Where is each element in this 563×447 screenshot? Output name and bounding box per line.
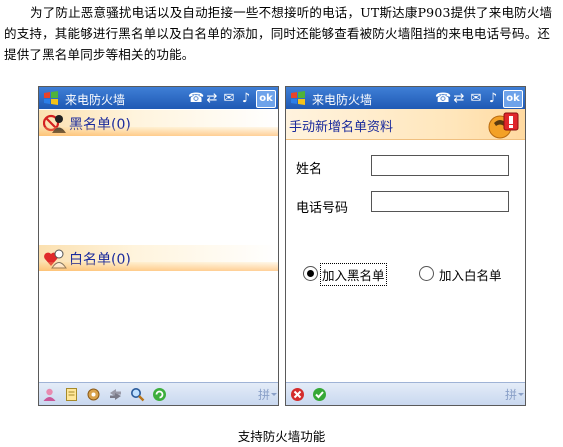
connectivity-icon[interactable]: ⇄ [205,91,219,106]
confirm-icon[interactable] [312,387,327,402]
whitelist-radio[interactable] [419,266,434,281]
volume-icon[interactable]: ♪ [239,91,253,106]
sync-icon[interactable] [108,387,123,402]
connectivity-icon[interactable]: ⇄ [452,91,466,106]
window-title: 来电防火墙 [312,93,373,107]
refresh-icon[interactable] [152,387,167,402]
whitelist-row[interactable]: 白名单(0) [39,245,278,271]
bottom-toolbar: 拼 [286,382,525,405]
window-title: 来电防火墙 [65,93,126,107]
name-label: 姓名 [296,162,323,177]
figure-caption: 支持防火墙功能 [237,429,326,444]
blacklist-option-label[interactable]: 加入黑名单 [320,263,387,286]
start-menu-icon[interactable] [42,89,60,107]
firewall-phone-icon [488,112,519,139]
input-method-indicator[interactable]: 拼 [505,386,525,403]
form-header: 手动新增名单资料 [286,109,525,140]
system-tray: ☎ ⇄ ✉ ♪ ok [435,89,523,108]
ok-button[interactable]: ok [503,89,523,108]
blacklist-label: 黑名单(0) [69,117,131,133]
whitelist-icon [44,249,67,269]
title-bar: 来电防火墙 ☎ ⇄ ✉ ♪ ok [39,87,278,109]
left-device-screen: 来电防火墙 ☎ ⇄ ✉ ♪ ok 黑名单(0) 白名单(0) 拼 [38,86,279,406]
start-menu-icon[interactable] [289,89,307,107]
ok-button[interactable]: ok [256,89,276,108]
blacklist-radio[interactable] [303,266,318,281]
contact-icon[interactable] [42,387,57,402]
whitelist-label: 白名单(0) [69,252,131,268]
right-device-screen: 来电防火墙 ☎ ⇄ ✉ ♪ ok 手动新增名单资料 姓名 电话号码 加入黑名单 … [285,86,526,406]
article-paragraph-text: 为了防止恶意骚扰电话以及自动拒接一些不想接听的电话，UT斯达康P903提供了来电… [4,5,553,62]
blacklist-icon [43,114,66,133]
phone-input[interactable] [371,191,509,212]
whitelist-option-label[interactable]: 加入白名单 [439,265,502,284]
system-tray: ☎ ⇄ ✉ ♪ ok [188,89,276,108]
missed-call-icon[interactable]: ✉ [469,91,483,106]
phone-label: 电话号码 [296,201,349,216]
find-icon[interactable] [130,387,145,402]
cancel-icon[interactable] [290,387,305,402]
phone-signal-icon[interactable]: ☎ [188,91,204,106]
form-title: 手动新增名单资料 [289,120,394,135]
input-method-indicator[interactable]: 拼 [258,386,278,403]
article-paragraph: 为了防止恶意骚扰电话以及自动拒接一些不想接听的电话，UT斯达康P903提供了来电… [4,2,560,65]
note-icon[interactable] [64,387,79,402]
name-input[interactable] [371,155,509,176]
settings-icon[interactable] [86,387,101,402]
blacklist-row[interactable]: 黑名单(0) [39,110,278,136]
missed-call-icon[interactable]: ✉ [222,91,236,106]
volume-icon[interactable]: ♪ [486,91,500,106]
bottom-toolbar: 拼 [39,382,278,405]
title-bar: 来电防火墙 ☎ ⇄ ✉ ♪ ok [286,87,525,109]
phone-signal-icon[interactable]: ☎ [435,91,451,106]
